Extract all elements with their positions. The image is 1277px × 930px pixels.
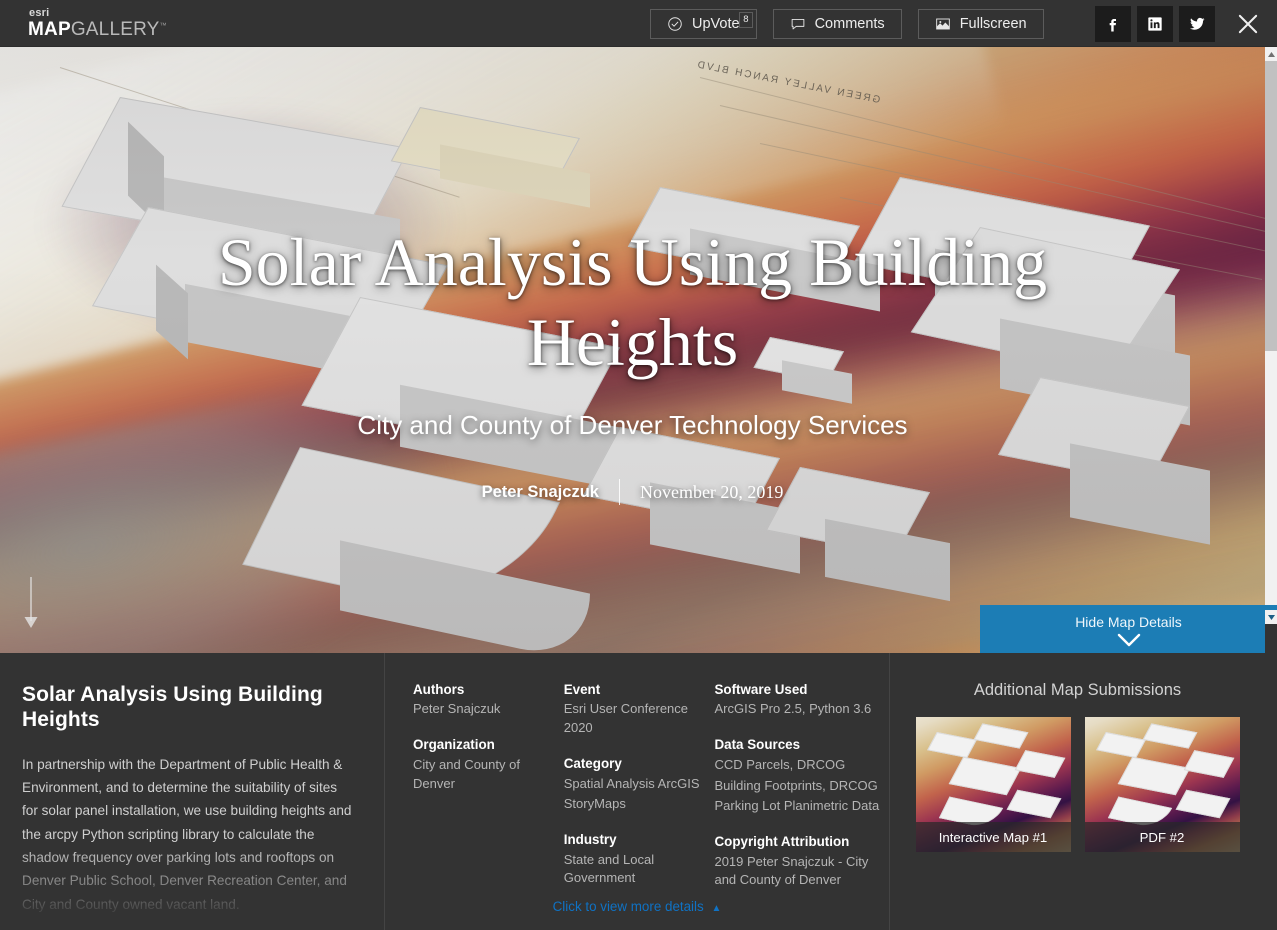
metadata-value: Peter Snajczuk (413, 701, 501, 717)
metadata-value: Spatial Analysis ArcGIS (563, 775, 700, 791)
building-massing (0, 47, 1265, 653)
comments-button[interactable]: Comments (772, 9, 902, 39)
metadata-value: Esri User Conference 2020 (563, 701, 689, 736)
metadata-block-industry: Industry State and Local Government (564, 831, 715, 888)
close-button[interactable] (1231, 10, 1265, 38)
details-title: Solar Analysis Using Building Heights (22, 683, 323, 731)
details-metadata-column: Authors Peter Snajczuk Organization City… (384, 653, 890, 930)
page-scrollbar[interactable] (1265, 47, 1277, 930)
metadata-value: 2019 Peter Snajczuk - City and County of… (714, 853, 869, 888)
twitter-share-button[interactable] (1179, 6, 1215, 42)
metadata-label: Software Used (714, 682, 808, 697)
social-share-group (1095, 6, 1215, 42)
facebook-icon (1103, 14, 1123, 34)
details-description: In partnership with the Department of Pu… (22, 756, 352, 912)
metadata-column-1: Authors Peter Snajczuk Organization City… (413, 681, 564, 907)
close-icon (1235, 11, 1261, 37)
metadata-grid: Authors Peter Snajczuk Organization City… (385, 681, 889, 907)
metadata-value: City and County of Denver (413, 756, 520, 791)
solar-analysis-map-image: GREEN VALLEY RANCH BLVD (0, 47, 1265, 653)
facebook-share-button[interactable] (1095, 6, 1131, 42)
hide-map-details-label: Hide Map Details (1075, 614, 1182, 630)
scrollbar-bottom-fill (1265, 624, 1277, 930)
metadata-value: Building Footprints, DRCOG (714, 777, 878, 793)
additional-submissions-heading: Additional Map Submissions (973, 681, 1182, 699)
top-toolbar: esri MAPGALLERY™ UpVote 8 Comments Fulls… (0, 0, 1277, 47)
check-circle-icon (667, 16, 683, 32)
metadata-label: Organization (413, 737, 495, 753)
image-icon (935, 16, 951, 32)
chevron-up-icon: ▲ (711, 903, 722, 914)
submission-thumbnail-1[interactable]: Interactive Map #1 (915, 717, 1071, 852)
twitter-icon (1187, 14, 1207, 34)
fullscreen-button[interactable]: Fullscreen (917, 9, 1044, 39)
upvote-button[interactable]: UpVote 8 (650, 9, 757, 39)
submission-thumbnail-2[interactable]: PDF #2 (1084, 717, 1240, 852)
metadata-value: CCD Parcels, DRCOG (714, 756, 846, 772)
logo-map-text: MAP (28, 18, 71, 40)
metadata-block-software: Software Used ArcGIS Pro 2.5, Python 3.6 (714, 681, 889, 719)
logo-tm: ™ (159, 22, 167, 30)
metadata-block-organization: Organization City and County of Denver (413, 736, 564, 793)
view-more-details-link[interactable]: Click to view more details ▲ (385, 899, 889, 914)
metadata-label: Copyright Attribution (714, 834, 850, 850)
toolbar-actions: UpVote 8 Comments Fullscreen (650, 9, 1044, 39)
linkedin-icon (1145, 14, 1165, 34)
details-description-wrapper: In partnership with the Department of Pu… (22, 753, 356, 923)
comments-label: Comments (814, 15, 885, 32)
metadata-block-authors: Authors Peter Snajczuk (413, 681, 564, 719)
hero-banner: GREEN VALLEY RANCH BLVD Solar Analysis U… (0, 47, 1265, 653)
upvote-count-badge: 8 (739, 12, 753, 28)
metadata-block-data-sources: Data Sources CCD Parcels, DRCOG Building… (714, 736, 889, 816)
scrollbar-thumb[interactable] (1265, 61, 1277, 351)
details-summary-column: Solar Analysis Using Building Heights In… (0, 653, 384, 930)
view-more-details-label: Click to view more details (552, 899, 704, 914)
logo-gallery-text: GALLERY (70, 18, 160, 40)
chevron-down-icon (1114, 629, 1144, 648)
logo-wordmark: MAPGALLERY™ (28, 20, 167, 39)
metadata-label: Industry (563, 832, 617, 848)
map-details-panel: Solar Analysis Using Building Heights In… (0, 653, 1265, 930)
metadata-block-event: Event Esri User Conference 2020 (564, 681, 715, 738)
map-gallery-page: esri MAPGALLERY™ UpVote 8 Comments Fulls… (0, 0, 1277, 930)
thumbnail-caption: PDF #2 (1084, 822, 1240, 852)
upvote-label: UpVote (692, 15, 740, 32)
metadata-value: StoryMaps (563, 796, 626, 812)
metadata-value: Parking Lot Planimetric Data (714, 798, 880, 814)
scrollbar-down-arrow[interactable] (1265, 610, 1277, 624)
scrollbar-up-arrow[interactable] (1265, 47, 1277, 61)
thumbnail-caption: Interactive Map #1 (915, 822, 1071, 852)
metadata-block-category: Category Spatial Analysis ArcGIS StoryMa… (564, 755, 715, 814)
fullscreen-label: Fullscreen (959, 15, 1027, 32)
metadata-value: ArcGIS Pro 2.5, Python 3.6 (714, 701, 872, 717)
scroll-down-arrow-icon[interactable] (22, 575, 40, 631)
metadata-label: Authors (413, 682, 465, 697)
esri-map-gallery-logo[interactable]: esri MAPGALLERY™ (28, 6, 167, 39)
metadata-value: State and Local Government (563, 851, 655, 886)
metadata-column-2: Event Esri User Conference 2020 Category… (564, 681, 715, 907)
additional-submissions-column: Additional Map Submissions Interactive M… (890, 653, 1265, 930)
submission-thumbnail-list: Interactive Map #1 PDF #2 (904, 717, 1251, 852)
metadata-block-copyright: Copyright Attribution 2019 Peter Snajczu… (714, 833, 889, 890)
comment-bubble-icon (790, 16, 806, 32)
metadata-column-3: Software Used ArcGIS Pro 2.5, Python 3.6… (714, 681, 889, 907)
metadata-label: Category (563, 756, 622, 772)
hide-map-details-button[interactable]: Hide Map Details (980, 605, 1277, 653)
linkedin-share-button[interactable] (1137, 6, 1173, 42)
metadata-label: Data Sources (714, 737, 801, 753)
metadata-label: Event (563, 682, 601, 697)
logo-esri-text: esri (29, 6, 50, 19)
